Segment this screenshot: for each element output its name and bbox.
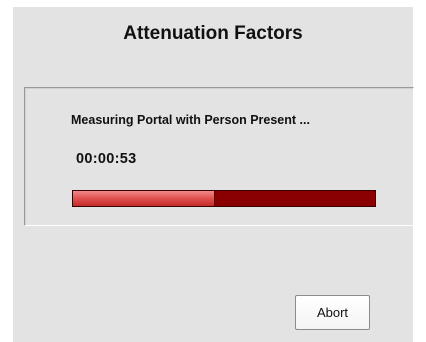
attenuation-factors-dialog: Attenuation Factors Measuring Portal wit…: [13, 7, 414, 342]
progress-bar-fill: [73, 191, 215, 206]
measurement-progress-bar: [72, 190, 376, 207]
measurement-status-text: Measuring Portal with Person Present ...: [71, 113, 310, 127]
measurement-panel: Measuring Portal with Person Present ...…: [24, 87, 414, 226]
dialog-title: Attenuation Factors: [123, 23, 303, 44]
abort-button[interactable]: Abort: [295, 295, 370, 330]
elapsed-time: 00:00:53: [76, 151, 137, 167]
